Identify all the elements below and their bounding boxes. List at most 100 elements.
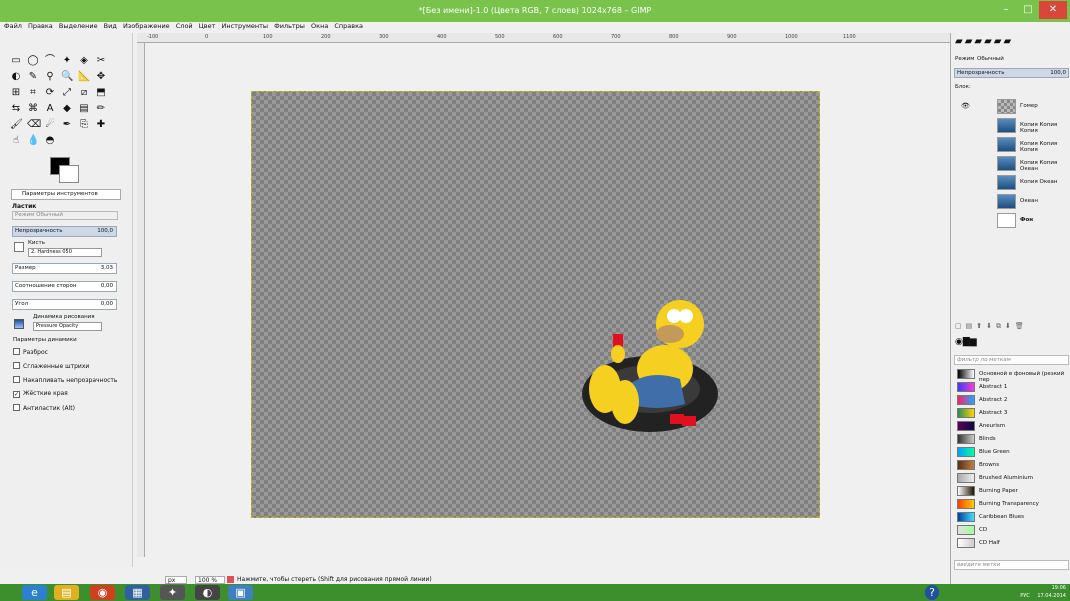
explorer-icon[interactable]: ▤ xyxy=(54,585,79,600)
dynamics-icon[interactable] xyxy=(14,319,24,329)
color-picker-icon[interactable]: ⚲ xyxy=(44,71,56,83)
menu-tools[interactable]: Инструменты xyxy=(222,22,269,30)
layers-mode-value[interactable]: Обычный xyxy=(977,56,1004,62)
gradient-tag-input[interactable]: введите метки xyxy=(954,560,1069,570)
pencil-icon[interactable]: ✏ xyxy=(95,103,107,115)
checkbox-scatter[interactable] xyxy=(13,348,20,355)
image-canvas[interactable] xyxy=(251,91,820,518)
checkbox-anti-erase[interactable] xyxy=(13,404,20,411)
scissors-icon[interactable]: ✂ xyxy=(95,55,107,67)
option-incremental[interactable]: Накапливать непрозрачность xyxy=(13,376,117,384)
option-anti-erase[interactable]: Антиластик (Alt) xyxy=(13,404,75,412)
background-color-swatch[interactable] xyxy=(59,165,79,183)
color-select-icon[interactable]: ◈ xyxy=(78,55,90,67)
clock-date[interactable]: 17.04.2014 xyxy=(1037,593,1066,599)
dodge-icon[interactable]: ◓ xyxy=(44,135,56,147)
help-icon[interactable]: ? xyxy=(925,585,939,600)
layer-row[interactable]: 👁 Гомер xyxy=(951,97,1070,116)
gradient-item[interactable]: Burning Transparency xyxy=(954,498,1070,510)
rect-select-icon[interactable]: ▭ xyxy=(10,55,22,67)
dynamics-field[interactable]: Pressure Opacity xyxy=(33,322,102,331)
option-smooth[interactable]: Сглаженные штрихи xyxy=(13,362,89,370)
aspect-slider[interactable]: Соотношение сторон 0,00 xyxy=(12,281,117,292)
bucket-icon[interactable]: ◆ xyxy=(61,103,73,115)
gradient-item[interactable]: Aneurism xyxy=(954,420,1070,432)
brush-icon[interactable]: 🖌 xyxy=(10,119,23,131)
opacity-slider[interactable]: Непрозрачность 100,0 xyxy=(12,226,117,237)
ruler-vertical[interactable] xyxy=(137,43,145,557)
crop-icon[interactable]: ⌗ xyxy=(27,87,39,99)
gradient-item[interactable]: Blue Green xyxy=(954,446,1070,458)
airbrush-icon[interactable]: ☄ xyxy=(44,119,56,131)
heal-icon[interactable]: ✚ xyxy=(95,119,107,131)
foreground-select-icon[interactable]: ◐ xyxy=(10,71,22,83)
gradient-item[interactable]: Blinds xyxy=(954,433,1070,445)
angle-slider[interactable]: Угол 0,00 xyxy=(12,299,117,310)
gradient-item[interactable]: Browns xyxy=(954,459,1070,471)
fuzzy-select-icon[interactable]: ✦ xyxy=(61,55,73,67)
blend-icon[interactable]: ▤ xyxy=(78,103,90,115)
menu-select[interactable]: Выделение xyxy=(59,22,98,30)
option-hard-edge[interactable]: ✓ Жёсткие края xyxy=(13,390,68,398)
brush-preview[interactable] xyxy=(14,242,24,252)
scale-icon[interactable]: ⤢ xyxy=(61,87,73,99)
zoom-select[interactable]: 100 % xyxy=(195,576,225,584)
menu-file[interactable]: Файл xyxy=(4,22,22,30)
layer-row[interactable]: Копия Копия Копия xyxy=(951,116,1070,135)
maximize-button[interactable]: □ xyxy=(1017,1,1039,19)
gradient-item[interactable]: Основной в фоновый (резкий пер xyxy=(954,368,1070,383)
menu-color[interactable]: Цвет xyxy=(199,22,216,30)
menu-view[interactable]: Вид xyxy=(104,22,117,30)
checkbox-hard-edge[interactable]: ✓ xyxy=(13,391,20,398)
paths-icon[interactable]: ✎ xyxy=(27,71,39,83)
measure-icon[interactable]: 📐 xyxy=(78,71,90,83)
zoom-icon[interactable]: 🔍 xyxy=(61,71,73,83)
dock-tab-bar[interactable]: ▰▰▰▰▰▰ xyxy=(955,36,1065,50)
cage-icon[interactable]: ⌘ xyxy=(27,103,39,115)
ellipse-select-icon[interactable]: ◯ xyxy=(27,55,39,67)
rotate-icon[interactable]: ⟳ xyxy=(44,87,56,99)
checkbox-smooth[interactable] xyxy=(13,362,20,369)
smudge-icon[interactable]: ☝ xyxy=(10,135,22,147)
tool-options-tab[interactable]: Параметры инструментов xyxy=(11,189,121,200)
perspective-icon[interactable]: ⬒ xyxy=(95,87,107,99)
layer-row[interactable]: Фон xyxy=(951,211,1070,230)
menu-image[interactable]: Изображение xyxy=(123,22,170,30)
chrome-icon[interactable]: ◉ xyxy=(90,585,115,600)
menu-layer[interactable]: Слой xyxy=(176,22,193,30)
option-scatter[interactable]: Разброс xyxy=(13,348,48,356)
gimp-icon[interactable]: ◐ xyxy=(195,585,220,600)
unit-select[interactable]: px xyxy=(165,576,187,584)
shear-icon[interactable]: ⧄ xyxy=(78,87,90,99)
menu-help[interactable]: Справка xyxy=(334,22,363,30)
menu-windows[interactable]: Окна xyxy=(311,22,328,30)
size-slider[interactable]: Размер 3,03 xyxy=(12,263,117,274)
clock-time[interactable]: 19:06 xyxy=(1052,585,1066,591)
menu-edit[interactable]: Правка xyxy=(28,22,53,30)
ink-icon[interactable]: ✒ xyxy=(61,119,73,131)
lasso-icon[interactable]: ⌒ xyxy=(44,55,56,67)
paint-icon[interactable]: ✦ xyxy=(160,585,185,600)
ie-icon[interactable]: e xyxy=(22,585,47,600)
image-viewer-icon[interactable]: ▣ xyxy=(228,585,253,600)
gradient-item[interactable]: Brushed Aluminium xyxy=(954,472,1070,484)
language-indicator[interactable]: РУС xyxy=(1020,593,1030,599)
checkbox-incremental[interactable] xyxy=(13,376,20,383)
clone-icon[interactable]: ⎘ xyxy=(78,119,90,131)
gradient-item[interactable]: Caribbean Blues xyxy=(954,511,1070,523)
gradient-item[interactable]: CD Half xyxy=(954,537,1070,549)
mode-select[interactable]: Режим Обычный xyxy=(12,211,118,220)
align-icon[interactable]: ⊞ xyxy=(10,87,22,99)
layer-row[interactable]: Копия Копия Копия xyxy=(951,135,1070,154)
flip-icon[interactable]: ⇆ xyxy=(10,103,22,115)
text-icon[interactable]: A xyxy=(44,103,56,115)
ruler-horizontal[interactable]: -100 0 100 200 300 400 500 600 700 800 900 1000 1100 xyxy=(137,33,950,43)
gradient-item[interactable]: Abstract 3 xyxy=(954,407,1070,419)
gradient-item[interactable]: Abstract 2 xyxy=(954,394,1070,406)
gradient-item[interactable]: CD xyxy=(954,524,1070,536)
move-icon[interactable]: ✥ xyxy=(95,71,107,83)
layer-row[interactable]: Океан xyxy=(951,192,1070,211)
layer-row[interactable]: Копия Копия Океан xyxy=(951,154,1070,173)
brush-name-field[interactable]: 2. Hardness 050 xyxy=(28,248,102,257)
layer-row[interactable]: Копия Океан xyxy=(951,173,1070,192)
